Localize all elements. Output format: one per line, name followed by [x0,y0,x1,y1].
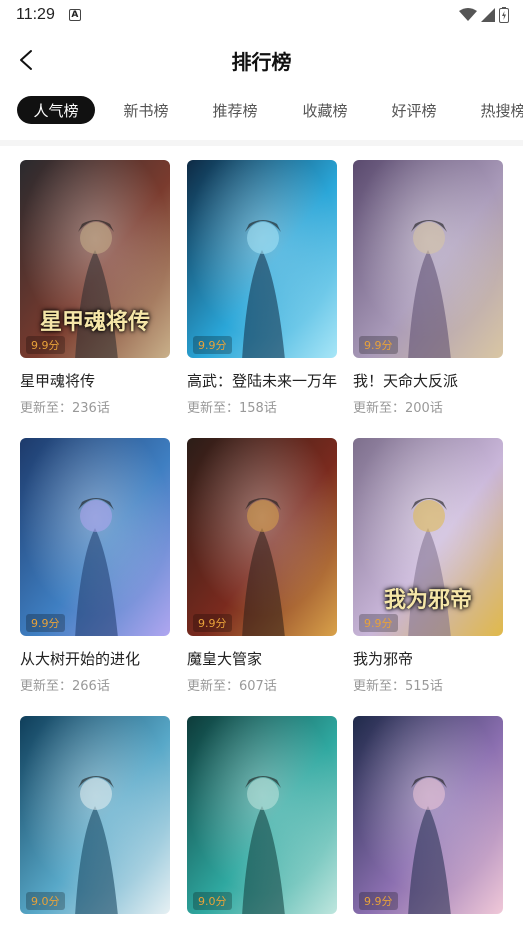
comic-title: 我！天命大反派 [353,372,459,390]
page-title: 排行榜 [231,50,292,74]
comic-card[interactable]: 9.9分 魔皇大管家 更新至：607话 [187,438,337,694]
comic-cover[interactable]: 9.9分 [353,716,503,914]
cover-art [20,716,170,914]
comic-update: 更新至：200话 [353,401,443,416]
comic-cover[interactable]: 9.9分 [353,160,503,358]
comic-cover[interactable]: 9.9分 [187,438,337,636]
score-badge: 9.9分 [359,336,398,354]
comic-update: 更新至：266话 [20,679,110,694]
score-badge: 9.9分 [193,336,232,354]
score-badge: 9.9分 [193,614,232,632]
comic-card[interactable]: 9.9分 我！天命大反派 更新至：200话 [353,160,503,416]
comic-update: 更新至：607话 [187,679,277,694]
comic-cover[interactable]: 9.0分 [187,716,337,914]
tab-favorites[interactable]: 收藏榜 [289,96,361,124]
score-badge: 9.0分 [193,892,232,910]
cover-art [20,438,170,636]
comic-card[interactable]: 星甲魂将传 9.9分 星甲魂将传 更新至：236话 [20,160,170,416]
comic-update: 更新至：158话 [187,401,277,416]
comic-card[interactable]: 9.9分 从大树开始的进化 更新至：266话 [20,438,170,694]
signal-icon [481,8,495,22]
tab-recommend[interactable]: 推荐榜 [199,96,271,124]
comic-update: 更新至：515话 [353,679,443,694]
score-badge: 9.0分 [26,892,65,910]
tab-rating[interactable]: 好评榜 [378,96,450,124]
tab-popular[interactable]: 人气榜 [17,96,95,124]
status-bar: 11:29 A [0,0,523,30]
tab-bar: 人气榜 新书榜 推荐榜 收藏榜 好评榜 热搜榜 [0,94,523,128]
comic-cover[interactable]: 星甲魂将传 9.9分 [20,160,170,358]
comic-title: 我为邪帝 [353,650,414,668]
comic-cover[interactable]: 9.0分 [20,716,170,914]
comic-title: 星甲魂将传 [20,372,96,390]
comic-card[interactable]: 9.9分 高武：登陆未来一万年 更新至：158话 [187,160,337,416]
tab-hot-search[interactable]: 热搜榜 [467,96,523,124]
cover-art [187,160,337,358]
comic-card[interactable]: 我为邪帝 9.9分 我为邪帝 更新至：515话 [353,438,503,694]
status-icons [459,7,509,23]
tab-new[interactable]: 新书榜 [110,96,182,124]
cover-art [187,716,337,914]
comic-title: 魔皇大管家 [187,650,263,668]
cover-title-text: 星甲魂将传 [39,309,150,335]
cover-title-text: 我为邪帝 [383,587,472,613]
header: 排行榜 [0,38,523,82]
comic-card[interactable]: 9.0分 [187,716,337,929]
wifi-icon [459,8,477,21]
comic-cover[interactable]: 9.9分 [20,438,170,636]
cover-art [353,716,503,914]
status-time: 11:29 [16,6,55,23]
score-badge: 9.9分 [359,614,398,632]
divider [0,140,523,146]
comic-title: 高武：登陆未来一万年 [187,372,337,390]
score-badge: 9.9分 [26,336,65,354]
cover-art [187,438,337,636]
status-notification-icon: A [68,9,81,21]
score-badge: 9.9分 [26,614,65,632]
comic-card[interactable]: 9.0分 [20,716,170,929]
comic-update: 更新至：236话 [20,401,110,416]
battery-icon [499,7,509,23]
comic-card[interactable]: 9.9分 [353,716,503,929]
score-badge: 9.9分 [359,892,398,910]
comic-cover[interactable]: 我为邪帝 9.9分 [353,438,503,636]
cover-art [353,160,503,358]
comic-title: 从大树开始的进化 [20,650,141,668]
comic-cover[interactable]: 9.9分 [187,160,337,358]
